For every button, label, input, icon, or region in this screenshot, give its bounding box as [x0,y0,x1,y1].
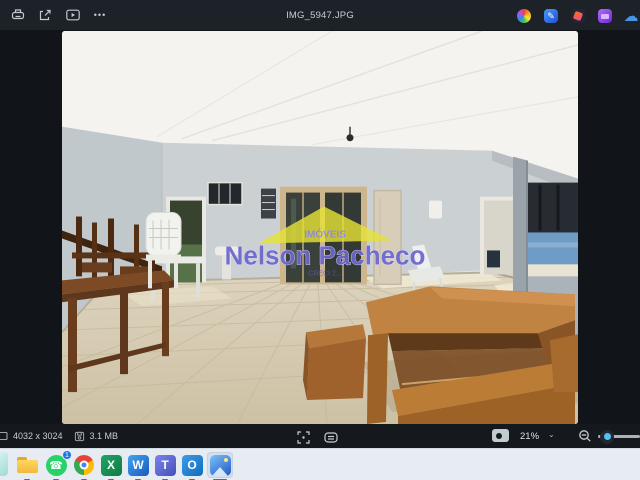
chevron-down-icon: ⌄ [548,430,555,439]
zoom-out-icon[interactable] [578,429,592,443]
top-toolbar: ••• IMG_5947.JPG ✎ ☁ [0,0,640,30]
pencil-glyph: ✎ [547,10,555,21]
taskbar: ☎ 1 X W T O [0,448,640,480]
filmstrip-toggle-icon[interactable] [320,429,342,445]
zoom-slider[interactable] [598,429,640,444]
taskbar-item-whatsapp[interactable]: ☎ 1 [43,450,72,480]
gallery-icon[interactable] [598,9,612,23]
status-bar: 4032 x 3024 3.1 MB 21% ⌄ [0,424,640,448]
chrome-icon [74,455,94,475]
dimensions-icon [0,430,8,442]
outlook-icon: O [181,454,203,476]
word-icon: W [127,454,149,476]
zoom-level-dropdown[interactable]: 21% ⌄ [520,424,555,448]
file-size-icon [74,431,85,442]
teams-icon: T [154,454,176,476]
taskbar-item-word[interactable]: W [125,452,151,480]
image-dimensions: 4032 x 3024 [13,431,63,441]
cloud-glyph: ☁ [623,7,639,25]
file-explorer-icon [16,457,38,473]
taskbar-item-outlook[interactable]: O [179,452,205,480]
more-options-icon[interactable]: ••• [88,4,112,26]
taskbar-item-file-explorer[interactable] [14,452,40,480]
taskbar-item-photos-active[interactable] [207,452,233,480]
photo-canvas: IMÓVEIS Nelson Pacheco CRECI 2... [0,30,640,424]
file-size: 3.1 MB [89,431,119,441]
fit-to-window-icon[interactable] [292,429,314,445]
clipchamp-icon[interactable] [571,9,585,23]
photos-logo-icon[interactable] [517,9,531,23]
taskbar-item-partial[interactable] [0,452,8,476]
taskbar-item-chrome[interactable] [71,452,97,480]
photo-image[interactable]: IMÓVEIS Nelson Pacheco CRECI 2... [62,31,578,424]
watermark-subtext: CRECI 2... [308,270,341,277]
taskbar-item-teams[interactable]: T [152,452,178,480]
watermark-roof-text: IMÓVEIS [304,228,346,240]
zoom-level-value: 21% [520,430,540,442]
excel-icon: X [100,454,122,476]
taskbar-item-excel[interactable]: X [98,452,124,480]
watermark-name: Nelson Pacheco [225,240,426,270]
designer-edit-icon[interactable]: ✎ [544,9,558,23]
onedrive-icon[interactable]: ☁ [623,7,639,25]
photos-app-window: ••• IMG_5947.JPG ✎ ☁ IMÓVEIS Nelson Pach… [0,0,640,480]
slideshow-icon[interactable] [61,4,85,26]
share-icon[interactable] [33,4,57,26]
zoom-slider-thumb[interactable] [600,429,614,444]
print-icon[interactable] [6,4,30,26]
thumbnail-toggle-icon[interactable] [492,429,509,442]
more-dots: ••• [93,10,107,20]
photos-app-icon [209,454,231,476]
